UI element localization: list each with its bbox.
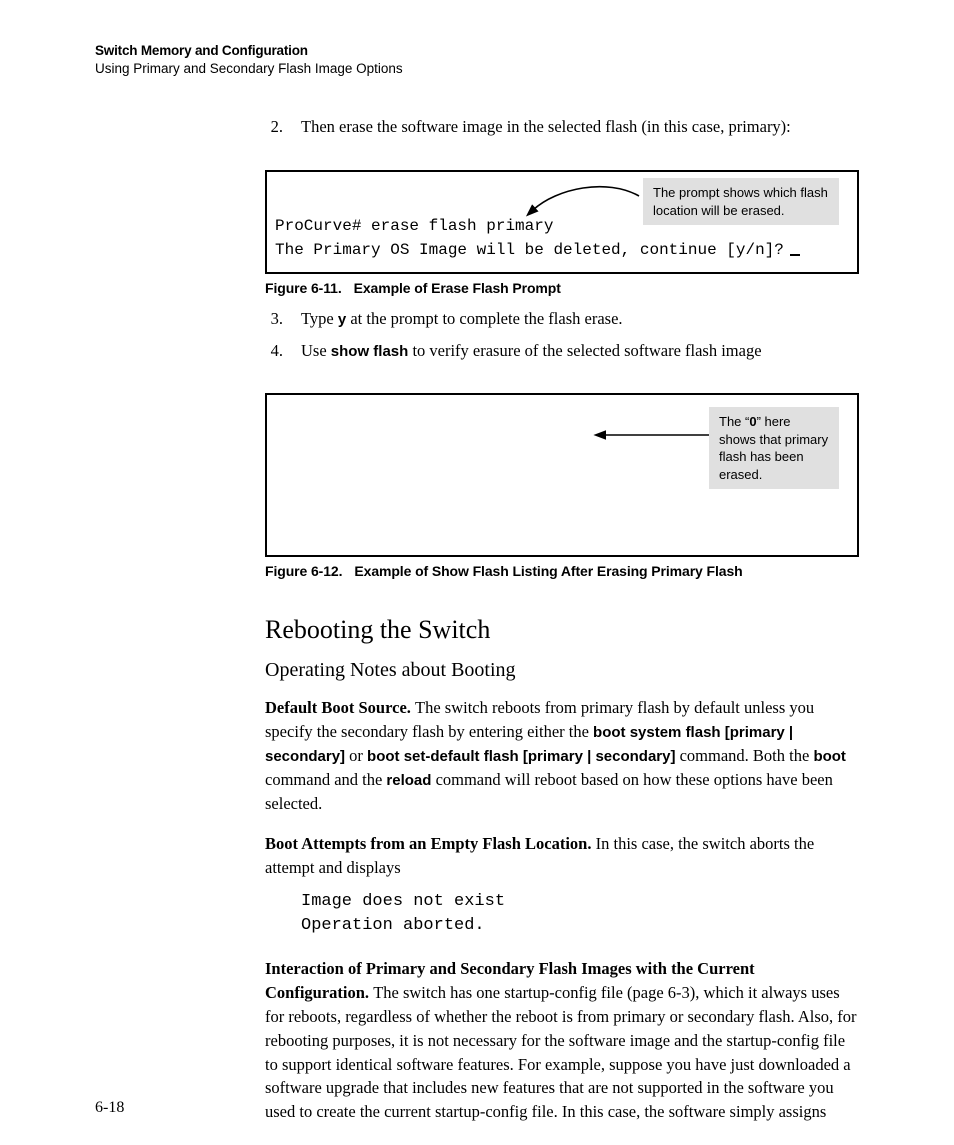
list-number: 3. xyxy=(265,306,283,332)
page: Switch Memory and Configuration Using Pr… xyxy=(0,0,954,1145)
terminal-line-2-text: The Primary OS Image will be deleted, co… xyxy=(275,241,784,259)
list-item: 2. Then erase the software image in the … xyxy=(265,114,859,140)
figure-6-12-arrow-icon xyxy=(597,425,717,445)
heading-operating-notes: Operating Notes about Booting xyxy=(265,659,859,682)
list-item: 3. Type y at the prompt to complete the … xyxy=(265,306,859,332)
code-block: Image does not exist Operation aborted. xyxy=(301,890,859,939)
list-item: 4. Use show flash to verify erasure of t… xyxy=(265,338,859,364)
list-text: Then erase the software image in the sel… xyxy=(301,114,859,140)
list-text: Type y at the prompt to complete the fla… xyxy=(301,306,859,332)
caption-number: Figure 6-12. xyxy=(265,563,342,579)
page-number: 6-18 xyxy=(95,1099,124,1117)
body-column: 2. Then erase the software image in the … xyxy=(265,114,859,1124)
cursor-icon xyxy=(790,254,800,256)
running-head-subtitle: Using Primary and Secondary Flash Image … xyxy=(95,60,859,78)
caption-text: Example of Erase Flash Prompt xyxy=(354,280,561,296)
heading-rebooting: Rebooting the Switch xyxy=(265,615,859,645)
figure-6-12-box: The “0” here shows that primary flash ha… xyxy=(265,393,859,557)
figure-6-11-box: The prompt shows which flash location wi… xyxy=(265,170,859,274)
caption-number: Figure 6-11. xyxy=(265,280,342,296)
list-text: Use show flash to verify erasure of the … xyxy=(301,338,859,364)
caption-text: Example of Show Flash Listing After Eras… xyxy=(354,563,742,579)
running-head: Switch Memory and Configuration Using Pr… xyxy=(95,42,859,78)
ordered-list-mid: 3. Type y at the prompt to complete the … xyxy=(265,306,859,363)
figure-6-12-caption: Figure 6-12. Example of Show Flash Listin… xyxy=(265,563,859,579)
figure-6-11-callout: The prompt shows which flash location wi… xyxy=(643,178,839,225)
terminal-line-2: The Primary OS Image will be deleted, co… xyxy=(275,238,849,262)
figure-6-11-arrow-icon xyxy=(527,178,647,218)
list-number: 4. xyxy=(265,338,283,364)
running-head-title: Switch Memory and Configuration xyxy=(95,42,859,60)
ordered-list-top: 2. Then erase the software image in the … xyxy=(265,114,859,140)
paragraph-interaction: Interaction of Primary and Secondary Fla… xyxy=(265,957,859,1124)
figure-6-11-caption: Figure 6-11. Example of Erase Flash Promp… xyxy=(265,280,859,296)
figure-6-12-callout: The “0” here shows that primary flash ha… xyxy=(709,407,839,489)
list-number: 2. xyxy=(265,114,283,140)
paragraph-boot-attempts: Boot Attempts from an Empty Flash Locati… xyxy=(265,832,859,880)
paragraph-default-boot: Default Boot Source. The switch reboots … xyxy=(265,696,859,816)
